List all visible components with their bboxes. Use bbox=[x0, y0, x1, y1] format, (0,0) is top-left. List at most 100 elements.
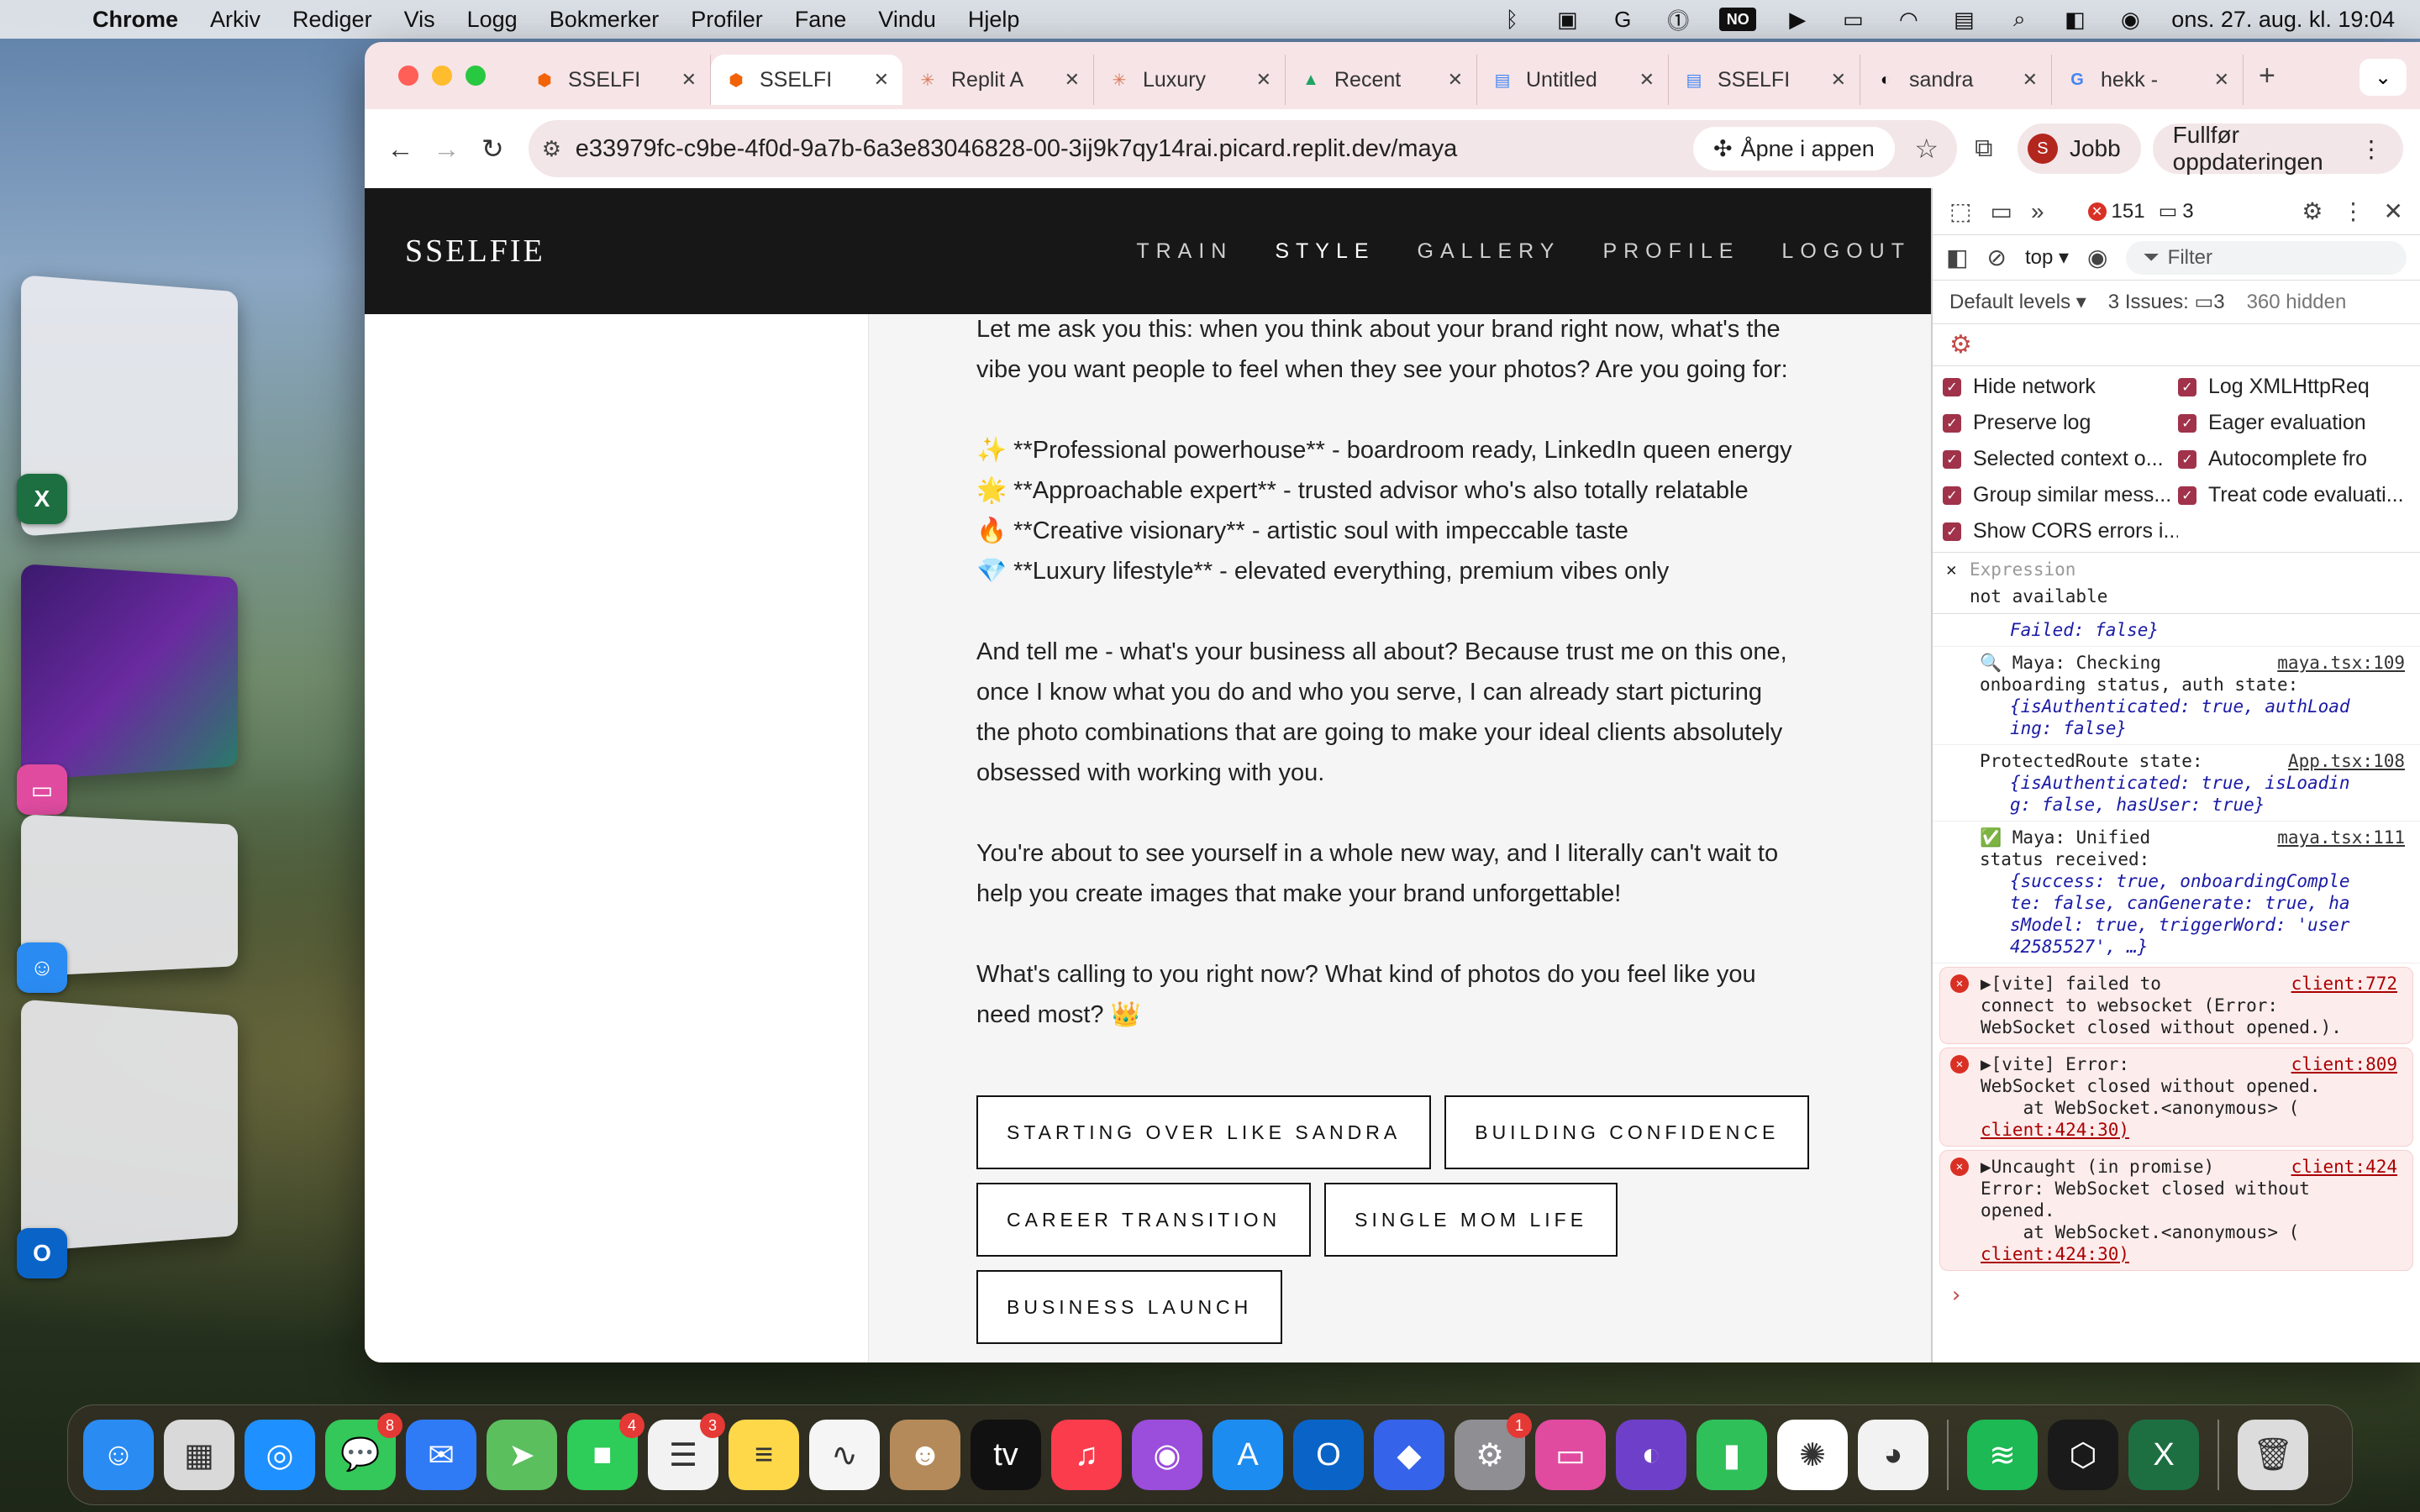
menu-item-profiles[interactable]: Profiler bbox=[691, 7, 763, 33]
tab-4[interactable]: ▲ Recent ✕ bbox=[1286, 55, 1477, 105]
stage-window-4[interactable] bbox=[21, 1000, 238, 1252]
tab-6[interactable]: ▤ SSELFI ✕ bbox=[1669, 55, 1860, 105]
contacts-icon[interactable]: ☻ bbox=[890, 1420, 960, 1490]
outlook-icon[interactable]: O bbox=[17, 1228, 67, 1278]
screen-mirror-icon[interactable]: ▤ bbox=[1949, 8, 1978, 31]
clear-console-icon[interactable]: ⊘ bbox=[1986, 244, 2006, 271]
url-text[interactable]: e33979fc-c9be-4f0d-9a7b-6a3e83046828-00-… bbox=[576, 135, 1693, 163]
finder-icon[interactable]: ☺ bbox=[17, 942, 67, 993]
menu-clock[interactable]: ons. 27. aug. kl. 19:04 bbox=[2171, 7, 2395, 33]
checkbox-checked[interactable]: ✓ bbox=[1943, 486, 1961, 505]
checkbox-checked[interactable]: ✓ bbox=[1943, 378, 1961, 396]
control-center-icon[interactable]: ◧ bbox=[2060, 8, 2089, 31]
zoom-window-button[interactable] bbox=[466, 66, 486, 86]
music-icon[interactable]: ♫ bbox=[1051, 1420, 1122, 1490]
tab-7[interactable]: ◐ sandra ✕ bbox=[1860, 55, 2052, 105]
menu-item-view[interactable]: Vis bbox=[404, 7, 435, 33]
input-source-badge[interactable]: NO bbox=[1719, 8, 1756, 31]
back-button[interactable]: ← bbox=[381, 125, 419, 172]
trash-icon[interactable]: 🗑 bbox=[2238, 1420, 2308, 1490]
nav-train[interactable]: TRAIN bbox=[1136, 239, 1233, 264]
accessibility-icon[interactable]: ⓵ bbox=[1664, 8, 1692, 31]
site-logo[interactable]: SSELFIE bbox=[405, 233, 545, 270]
checkbox-checked[interactable]: ✓ bbox=[2178, 378, 2196, 396]
close-icon[interactable]: ✕ bbox=[1639, 69, 1655, 91]
grammarly-icon[interactable]: G bbox=[1608, 8, 1637, 31]
cube-icon[interactable]: ⬡ bbox=[2048, 1420, 2118, 1490]
context-select[interactable]: top ▾ bbox=[2025, 245, 2069, 270]
error-count-badge[interactable]: ✕ 151 ▭ 3 bbox=[2088, 199, 2194, 223]
setting-hide-network[interactable]: ✓ Hide network bbox=[1943, 375, 2178, 399]
log-source-link[interactable]: client:809 bbox=[2291, 1053, 2397, 1075]
option-business-launch[interactable]: BUSINESS LAUNCH bbox=[976, 1270, 1282, 1344]
display-icon[interactable]: ▣ bbox=[1553, 8, 1581, 31]
address-bar[interactable]: ⚙ e33979fc-c9be-4f0d-9a7b-6a3e83046828-0… bbox=[529, 120, 1957, 177]
log-entry[interactable]: App.tsx:108 ProtectedRoute state: {isAut… bbox=[1933, 745, 2420, 822]
close-icon[interactable]: ✕ bbox=[1256, 69, 1271, 91]
new-tab-button[interactable]: + bbox=[2259, 60, 2275, 92]
podcasts-icon[interactable]: ◉ bbox=[1132, 1420, 1202, 1490]
wifi-icon[interactable]: ◠ bbox=[1894, 8, 1923, 31]
setting-log-xhr[interactable]: ✓ Log XMLHttpReq bbox=[2178, 375, 2413, 399]
setting-autocomplete[interactable]: ✓ Autocomplete fro bbox=[2178, 447, 2413, 471]
tab-0[interactable]: ⬢ SSELFI ✕ bbox=[519, 55, 711, 105]
facetime-icon[interactable]: ■ 4 bbox=[567, 1420, 638, 1490]
mail-icon[interactable]: ✉ bbox=[406, 1420, 476, 1490]
setting-selected-context[interactable]: ✓ Selected context o... bbox=[1943, 447, 2178, 471]
bluetooth-icon[interactable]: ᛒ bbox=[1497, 8, 1526, 31]
play-icon[interactable]: ▶ bbox=[1783, 8, 1812, 31]
cleanmymac-icon[interactable]: ▭ bbox=[17, 764, 67, 815]
bookmark-star-icon[interactable]: ☆ bbox=[1907, 133, 1947, 165]
gear-icon[interactable]: ⚙ bbox=[1949, 330, 1972, 360]
freeform-icon[interactable]: ∿ bbox=[809, 1420, 880, 1490]
log-entry[interactable]: Failed: false} bbox=[1933, 614, 2420, 647]
tab-3[interactable]: ✳ Luxury ✕ bbox=[1094, 55, 1286, 105]
tab-search-button[interactable]: ⌄ bbox=[2360, 59, 2407, 96]
reload-button[interactable]: ↻ bbox=[474, 125, 512, 172]
nav-gallery[interactable]: GALLERY bbox=[1418, 239, 1561, 264]
gear-icon[interactable]: ⚙ bbox=[2302, 197, 2323, 225]
tab-1[interactable]: ⬢ SSELFI ✕ bbox=[711, 55, 902, 105]
menu-app-name[interactable]: Chrome bbox=[92, 7, 178, 33]
appstore-icon[interactable]: A bbox=[1213, 1420, 1283, 1490]
option-starting-over[interactable]: STARTING OVER LIKE SANDRA bbox=[976, 1095, 1431, 1169]
log-entry[interactable]: maya.tsx:111 ✅ Maya: Unified status rece… bbox=[1933, 822, 2420, 963]
levels-dropdown[interactable]: Default levels ▾ bbox=[1949, 290, 2086, 314]
log-source-link[interactable]: maya.tsx:111 bbox=[2277, 827, 2405, 848]
profile-button[interactable]: S Jobb bbox=[2018, 123, 2141, 174]
menu-item-file[interactable]: Arkiv bbox=[210, 7, 260, 33]
checkbox-checked[interactable]: ✓ bbox=[1943, 414, 1961, 433]
setting-preserve-log[interactable]: ✓ Preserve log bbox=[1943, 411, 2178, 435]
close-icon[interactable]: ✕ bbox=[2214, 69, 2229, 91]
setting-show-cors[interactable]: ✓ Show CORS errors i... bbox=[1943, 519, 2178, 543]
error-entry[interactable]: ✕ client:809 ▶[vite] Error: WebSocket cl… bbox=[1939, 1047, 2413, 1147]
filter-input[interactable]: ⏷ Filter bbox=[2126, 241, 2407, 275]
extensions-icon[interactable]: ⧉ bbox=[1957, 134, 2011, 163]
launchpad-icon[interactable]: ▦ bbox=[164, 1420, 234, 1490]
close-icon[interactable]: ✕ bbox=[681, 69, 697, 91]
error-entry[interactable]: ✕ client:424 ▶Uncaught (in promise) Erro… bbox=[1939, 1150, 2413, 1271]
log-source-link[interactable]: client:424 bbox=[2291, 1156, 2397, 1178]
chrome-icon[interactable]: ◕ bbox=[1858, 1420, 1928, 1490]
forward-button[interactable]: → bbox=[428, 125, 466, 172]
settings-icon[interactable]: ⚙ 1 bbox=[1455, 1420, 1525, 1490]
nav-profile[interactable]: PROFILE bbox=[1602, 239, 1739, 264]
battery-icon[interactable]: ▭ bbox=[1839, 8, 1867, 31]
roblox-icon[interactable]: ◆ bbox=[1374, 1420, 1444, 1490]
tab-8[interactable]: Ghekk - ✕ bbox=[2052, 55, 2244, 105]
checkbox-checked[interactable]: ✓ bbox=[2178, 450, 2196, 469]
numbers-icon[interactable]: ▮ bbox=[1697, 1420, 1767, 1490]
menu-item-history[interactable]: Logg bbox=[467, 7, 518, 33]
open-in-app-button[interactable]: ✣ Åpne i appen bbox=[1693, 127, 1895, 171]
stage-window-2[interactable] bbox=[21, 564, 238, 780]
close-icon[interactable]: ✕ bbox=[1065, 69, 1080, 91]
tab-5[interactable]: ▤ Untitled ✕ bbox=[1477, 55, 1669, 105]
site-info-icon[interactable]: ⚙ bbox=[542, 136, 576, 162]
error-entry[interactable]: ✕ client:772 ▶[vite] failed to connect t… bbox=[1939, 967, 2413, 1044]
issues-link[interactable]: 3 Issues: ▭3 bbox=[2108, 290, 2225, 314]
maps-icon[interactable]: ➤ bbox=[487, 1420, 557, 1490]
minimize-window-button[interactable] bbox=[432, 66, 452, 86]
more-tabs-icon[interactable]: » bbox=[2031, 198, 2044, 225]
menu-item-bookmarks[interactable]: Bokmerker bbox=[550, 7, 660, 33]
safari-icon[interactable]: ◎ bbox=[245, 1420, 315, 1490]
